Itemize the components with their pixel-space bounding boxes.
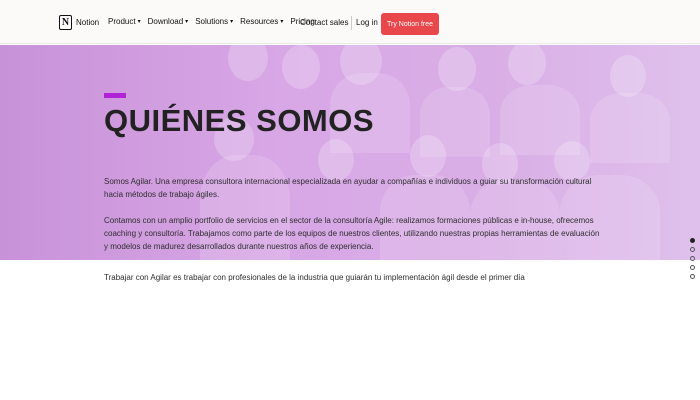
nav-item-label: Product xyxy=(108,17,136,26)
nav-menu: Product ▾ Download ▾ Solutions ▾ Resourc… xyxy=(108,17,315,26)
nav-item-resources[interactable]: Resources ▾ xyxy=(240,17,283,26)
pagination-dot[interactable] xyxy=(690,265,695,270)
page-title: QUIÉNES SOMOS xyxy=(104,103,375,138)
pagination-dot[interactable] xyxy=(690,247,695,252)
nav-item-download[interactable]: Download ▾ xyxy=(148,17,189,26)
chevron-down-icon: ▾ xyxy=(185,18,189,25)
services-paragraph: Contamos con un amplio portfolio de serv… xyxy=(104,216,600,251)
nav-item-solutions[interactable]: Solutions ▾ xyxy=(195,17,233,26)
pagination-dot[interactable] xyxy=(690,274,695,279)
background-person-shape xyxy=(438,47,476,91)
chevron-down-icon: ▾ xyxy=(280,18,284,25)
background-person-shape xyxy=(500,85,580,155)
nav-item-label: Resources xyxy=(240,17,279,26)
login-link[interactable]: Log in xyxy=(356,18,378,27)
contact-sales-link[interactable]: Contact sales xyxy=(300,18,348,27)
nav-divider xyxy=(351,16,352,30)
intro-paragraph: Somos Agilar. Una empresa consultora int… xyxy=(104,177,592,199)
closing-paragraph: Trabajar con Agilar es trabajar con prof… xyxy=(104,273,525,282)
chevron-down-icon: ▾ xyxy=(137,18,141,25)
nav-item-label: Download xyxy=(147,17,184,26)
pagination-dot-active[interactable] xyxy=(690,238,695,243)
section-pagination xyxy=(690,238,695,279)
nav-item-product[interactable]: Product ▾ xyxy=(108,17,141,26)
background-person-shape xyxy=(228,45,268,81)
logo-text: Notion xyxy=(76,18,100,27)
background-person-shape xyxy=(590,93,670,163)
notion-logo[interactable]: N Notion xyxy=(59,15,99,30)
background-person-shape xyxy=(610,55,646,97)
nav-item-label: Solutions xyxy=(195,17,229,26)
background-person-shape xyxy=(508,45,546,85)
notion-logo-icon: N xyxy=(59,15,72,30)
title-accent-bar xyxy=(104,93,126,98)
try-notion-free-button[interactable]: Try Notion free xyxy=(381,13,439,35)
top-navigation-bar: N Notion Product ▾ Download ▾ Solutions … xyxy=(0,0,700,44)
chevron-down-icon: ▾ xyxy=(230,18,234,25)
pagination-dot[interactable] xyxy=(690,256,695,261)
background-person-shape xyxy=(420,87,490,157)
background-person-shape xyxy=(282,45,320,89)
